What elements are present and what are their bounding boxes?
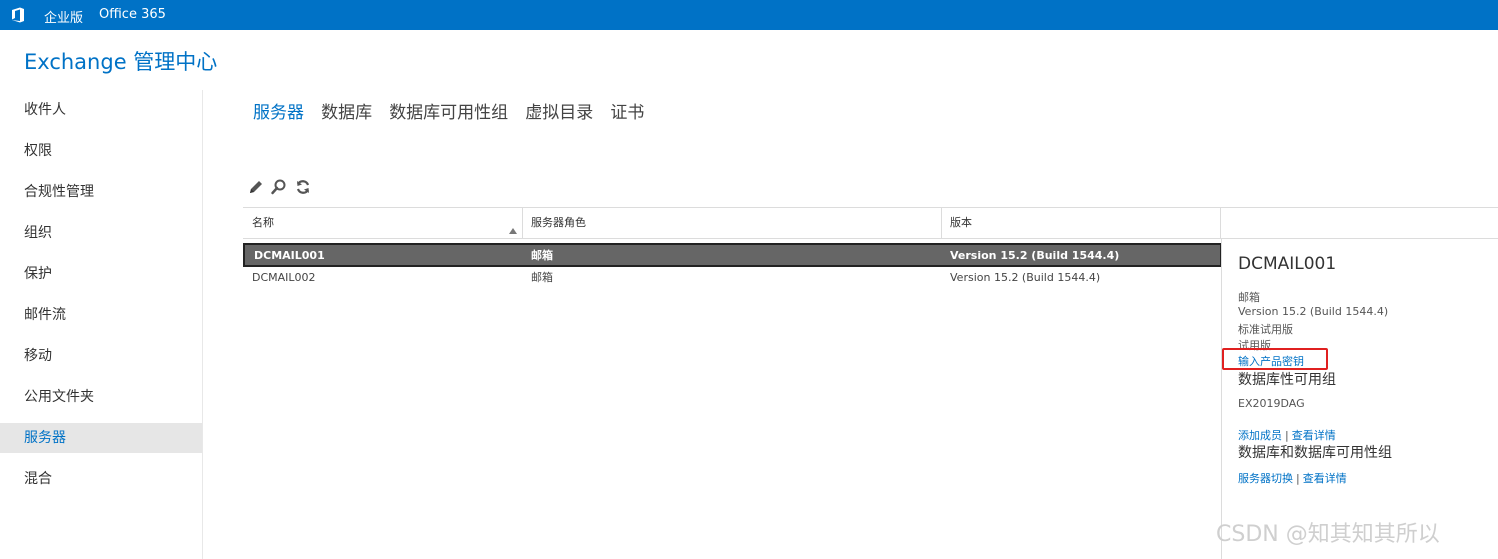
tab-virtual-directories[interactable]: 虚拟目录 [525,98,593,123]
enterprise-link[interactable]: 企业版 [44,7,83,26]
page-title: Exchange 管理中心 [24,50,218,74]
row-role-cell: 邮箱 [531,271,553,284]
row-version-cell: Version 15.2 (Build 1544.4) [950,249,1120,262]
details-role: 邮箱 [1238,291,1260,304]
add-member-link[interactable]: 添加成员 [1238,429,1282,442]
column-header-role-label: 服务器角色 [531,216,586,229]
watermark: CSDN @知其知其所以 [1216,522,1440,547]
details-version: Version 15.2 (Build 1544.4) [1238,305,1389,318]
edit-pencil-icon[interactable] [247,178,265,196]
nav-item-hybrid[interactable]: 混合 [0,464,202,494]
nav-item-protection[interactable]: 保护 [0,259,202,289]
row-role-cell: 邮箱 [531,249,553,262]
tab-certificates[interactable]: 证书 [610,98,644,123]
link-separator: | [1296,472,1300,485]
nav-item-mail-flow[interactable]: 邮件流 [0,300,202,330]
column-header-name-label: 名称 [252,216,274,229]
tab-servers[interactable]: 服务器 [253,98,304,123]
nav-item-servers[interactable]: 服务器 [0,423,202,453]
left-navigation: 收件人 权限 合规性管理 组织 保护 邮件流 移动 公用文件夹 服务器 混合 [0,90,203,559]
server-switchover-link[interactable]: 服务器切换 [1238,472,1293,485]
nav-item-mobile[interactable]: 移动 [0,341,202,371]
top-bar: 企业版 Office 365 [0,0,1498,30]
office-logo-icon[interactable] [10,7,26,23]
nav-item-compliance[interactable]: 合规性管理 [0,177,202,207]
tab-bar: 服务器 数据库 数据库可用性组 虚拟目录 证书 [253,98,656,123]
nav-item-public-folders[interactable]: 公用文件夹 [0,382,202,412]
grid-header: 名称 服务器角色 版本 [243,207,1498,239]
details-edition: 标准试用版 [1238,323,1293,336]
row-name-cell: DCMAIL002 [252,271,316,284]
db-actions: 服务器切换 | 查看详情 [1238,470,1347,486]
nav-item-organization[interactable]: 组织 [0,218,202,248]
nav-item-recipients[interactable]: 收件人 [0,95,202,125]
tab-databases[interactable]: 数据库 [321,98,372,123]
details-title: DCMAIL001 [1238,254,1337,274]
view-details-link-2[interactable]: 查看详情 [1303,472,1347,485]
nav-item-permissions[interactable]: 权限 [0,136,202,166]
link-separator: | [1285,429,1289,442]
office365-link[interactable]: Office 365 [99,7,166,22]
column-header-role[interactable]: 服务器角色 [522,208,941,238]
dag-heading: 数据库性可用组 [1238,372,1336,388]
dag-name: EX2019DAG [1238,397,1305,410]
dag-actions: 添加成员 | 查看详情 [1238,427,1336,443]
search-icon[interactable] [270,178,288,196]
db-heading: 数据库和数据库可用性组 [1238,445,1392,461]
column-separator [1220,208,1221,238]
sort-ascending-icon [509,219,517,234]
details-pane: DCMAIL001 邮箱 Version 15.2 (Build 1544.4)… [1221,239,1498,559]
column-header-name[interactable]: 名称 [243,208,522,238]
row-version-cell: Version 15.2 (Build 1544.4) [950,271,1101,284]
view-details-link[interactable]: 查看详情 [1292,429,1336,442]
tab-dag[interactable]: 数据库可用性组 [389,98,508,123]
row-name-cell: DCMAIL001 [254,249,325,262]
enter-product-key-link[interactable]: 输入产品密钥 [1238,353,1304,369]
column-header-version[interactable]: 版本 [941,208,1220,238]
table-row[interactable]: DCMAIL001 邮箱 Version 15.2 (Build 1544.4) [243,243,1222,267]
column-header-version-label: 版本 [950,216,972,229]
refresh-icon[interactable] [294,178,312,196]
table-row[interactable]: DCMAIL002 邮箱 Version 15.2 (Build 1544.4) [243,267,1222,291]
